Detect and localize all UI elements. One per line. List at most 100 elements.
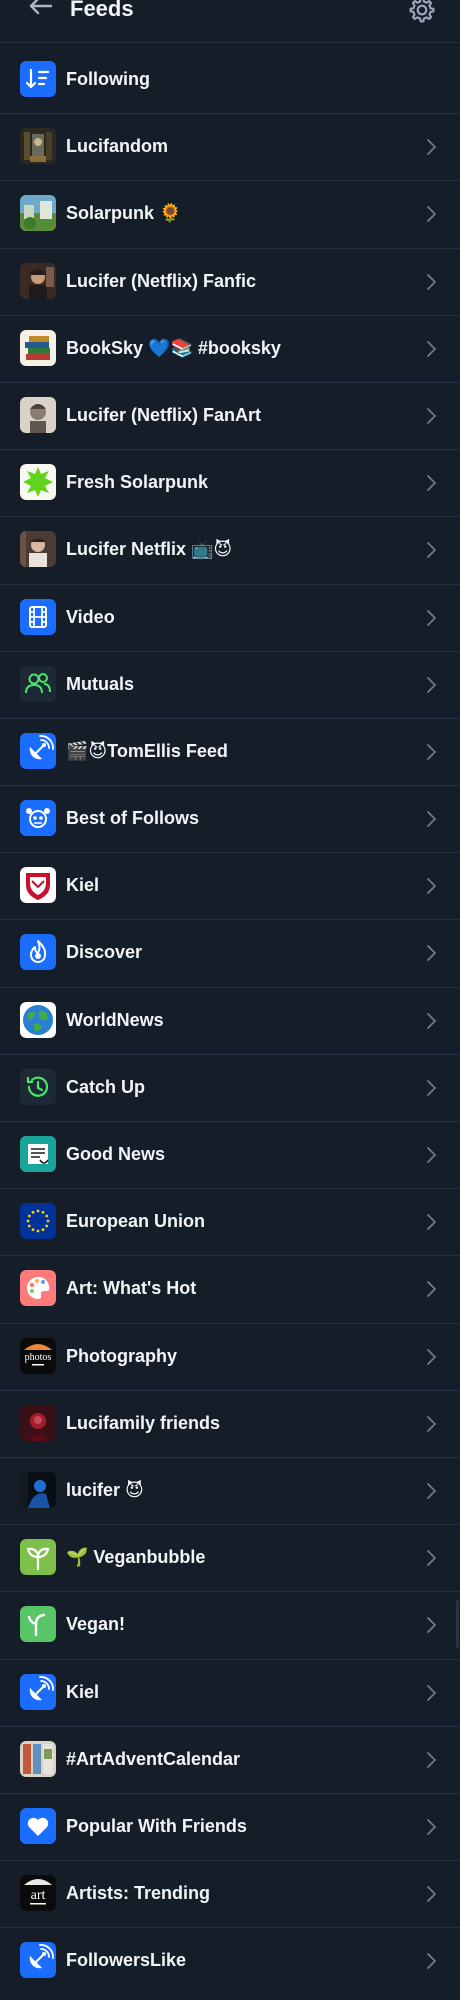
feed-row[interactable]: Video — [0, 585, 460, 652]
feed-row[interactable]: European Union — [0, 1189, 460, 1257]
chevron-right-icon — [425, 340, 437, 357]
feed-row[interactable]: #ArtAdventCalendar — [0, 1727, 460, 1794]
people-icon — [20, 665, 56, 702]
feed-row[interactable]: 🎬😈TomEllis Feed — [0, 719, 460, 787]
scrollbar[interactable] — [456, 1600, 459, 1648]
back-button[interactable] — [20, 0, 60, 28]
chevron-right-icon — [425, 1348, 437, 1365]
chevron-right-icon — [425, 1550, 437, 1567]
satellite-dish-icon — [20, 732, 56, 769]
feed-row[interactable]: Best of Follows — [0, 786, 460, 854]
feed-row[interactable]: Lucifer (Netflix) FanArt — [0, 383, 460, 451]
feed-row[interactable]: art Artists: Trending — [0, 1861, 460, 1929]
feed-row[interactable]: Vegan! — [0, 1592, 460, 1660]
feed-label: Catch Up — [66, 1076, 146, 1097]
eu-flag-icon — [20, 1203, 56, 1240]
lucifer-fanfic-avatar — [20, 262, 56, 299]
vegan-sprout-icon — [20, 1606, 56, 1643]
feed-row[interactable]: FollowersLike — [0, 1928, 460, 1995]
chevron-right-icon — [425, 609, 437, 626]
feed-row[interactable]: Following — [0, 47, 460, 115]
feed-label: Good News — [66, 1144, 166, 1164]
feed-label: Photography — [66, 1345, 177, 1366]
photos-icon: photos — [20, 1337, 56, 1374]
chevron-right-icon — [425, 1953, 437, 1970]
feed-label: Popular With Friends — [66, 1815, 247, 1836]
chevron-right-icon — [425, 743, 437, 760]
feed-row[interactable]: Kiel — [0, 853, 460, 921]
chevron-right-icon — [425, 206, 437, 223]
feed-label: Kiel — [66, 875, 100, 896]
feed-row[interactable]: Solarpunk 🌻 — [0, 181, 460, 249]
satellite-dish-icon — [20, 1673, 56, 1710]
feed-row[interactable]: Discover — [0, 920, 460, 988]
heart-icon — [20, 1807, 56, 1844]
feed-label: lucifer 😈 — [66, 1479, 144, 1500]
chevron-right-icon — [425, 408, 437, 424]
feed-label: #ArtAdventCalendar — [66, 1748, 241, 1769]
feed-row[interactable]: lucifer 😈 — [0, 1458, 460, 1526]
feed-label: Vegan! — [66, 1614, 126, 1635]
feed-row[interactable]: Lucifamily friends — [0, 1391, 460, 1458]
chevron-right-icon — [425, 878, 437, 895]
chevron-right-icon — [425, 1415, 437, 1432]
feed-row[interactable]: WorldNews — [0, 988, 460, 1055]
feed-label: FollowersLike — [66, 1950, 187, 1971]
header: Feeds — [0, 0, 460, 43]
feed-row[interactable]: Fresh Solarpunk — [0, 450, 460, 518]
feed-label: Following — [66, 69, 150, 89]
sort-arrows-icon — [20, 61, 56, 97]
feed-label: Artists: Trending — [66, 1883, 211, 1904]
feed-row[interactable]: BookSky 💙📚 #booksky — [0, 316, 460, 383]
feed-row[interactable]: Good News — [0, 1122, 460, 1190]
feed-row[interactable]: Popular With Friends — [0, 1794, 460, 1862]
chevron-right-icon — [425, 1281, 437, 1298]
feed-row[interactable]: photos Photography — [0, 1324, 460, 1391]
feed-label: Lucifer Netflix 📺😈 — [66, 539, 233, 560]
lucifer-netflix-avatar — [20, 531, 56, 568]
feed-row[interactable]: Lucifer (Netflix) Fanfic — [0, 249, 460, 316]
feed-label: Video — [66, 606, 115, 627]
back-arrow-icon — [29, 0, 53, 15]
feed-label: Best of Follows — [66, 808, 200, 829]
globe-icon — [20, 1001, 56, 1038]
feed-label: European Union — [66, 1211, 205, 1232]
feed-row[interactable]: 🌱 Veganbubble — [0, 1525, 460, 1593]
feed-label: Lucifandom — [66, 136, 168, 157]
feed-label: WorldNews — [66, 1009, 164, 1030]
art-advent-avatar — [20, 1740, 56, 1777]
chevron-right-icon — [425, 1886, 437, 1902]
feed-label: Lucifer (Netflix) FanArt — [66, 404, 262, 425]
chevron-right-icon — [425, 1684, 437, 1701]
robot-icon — [20, 800, 56, 837]
lucifer-silhouette-avatar — [20, 1471, 56, 1508]
chevron-right-icon — [425, 1818, 437, 1835]
feed-row[interactable]: Art: What's Hot — [0, 1256, 460, 1324]
chevron-right-icon — [425, 1012, 437, 1029]
history-clock-icon — [20, 1068, 56, 1105]
settings-button[interactable] — [404, 0, 438, 27]
palette-icon — [20, 1270, 56, 1307]
feed-row[interactable]: Catch Up — [0, 1055, 460, 1122]
chevron-right-icon — [425, 1483, 437, 1499]
lucifandom-avatar — [20, 128, 56, 165]
feed-label: BookSky 💙📚 #booksky — [66, 337, 281, 358]
feed-row[interactable]: Lucifandom — [0, 114, 460, 182]
page-title: Feeds — [70, 0, 134, 21]
feed-label: Discover — [66, 942, 143, 963]
feed-row[interactable]: Mutuals — [0, 652, 460, 719]
feed-row[interactable]: Kiel — [0, 1660, 460, 1727]
feed-label: Kiel — [66, 1681, 100, 1702]
chevron-right-icon — [425, 542, 437, 559]
lucifer-fanart-avatar — [20, 396, 56, 433]
feed-row[interactable]: Lucifer Netflix 📺😈 — [0, 517, 460, 585]
feed-label: Art: What's Hot — [66, 1278, 197, 1299]
good-news-icon — [20, 1136, 56, 1172]
feeds-screen: Feeds Following Lucifandom Solarpunk 🌻 Luci… — [0, 0, 460, 2000]
books-icon — [20, 329, 56, 366]
chevron-right-icon — [425, 1214, 437, 1231]
kiel-crest-icon — [20, 867, 56, 904]
svg-text:photos: photos — [25, 1352, 52, 1363]
sprout-icon — [20, 1539, 56, 1576]
gear-icon — [409, 0, 435, 23]
